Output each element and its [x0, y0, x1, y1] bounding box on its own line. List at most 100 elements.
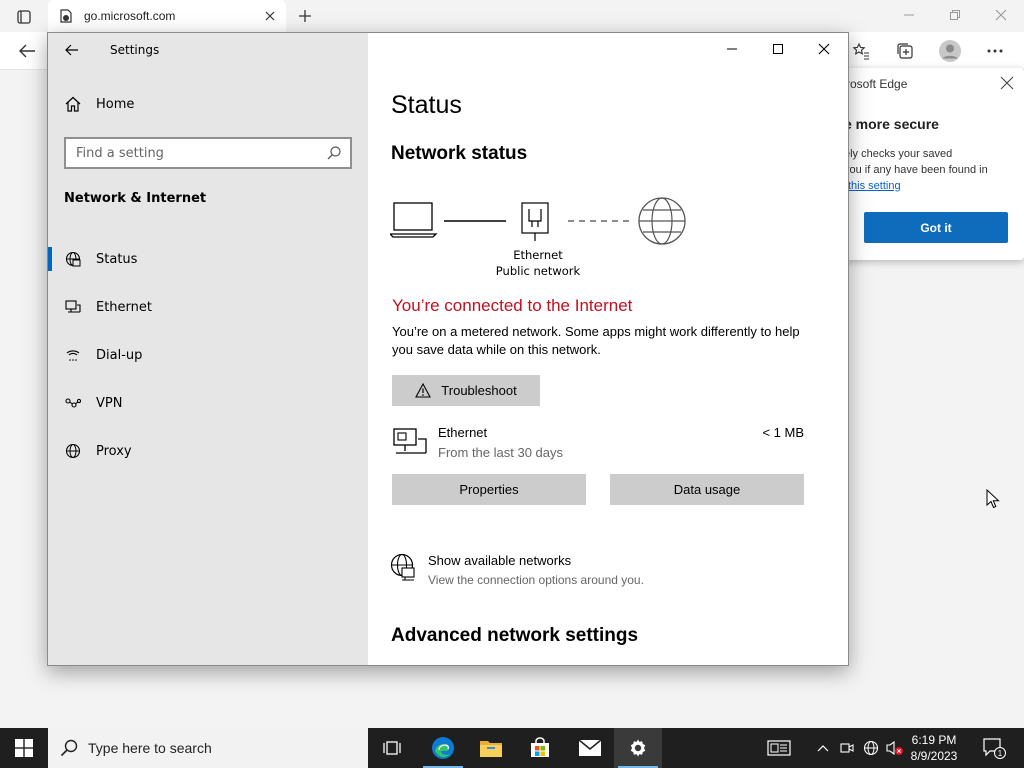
warning-icon — [415, 383, 432, 398]
connection-status-text: You’re connected to the Internet — [392, 296, 633, 315]
tray-news-icon[interactable] — [764, 728, 794, 768]
settings-window: Settings Home Network & Internet Status — [47, 32, 849, 666]
taskbar-store-app[interactable] — [516, 728, 564, 768]
popup-body-line: ely checks your saved — [844, 148, 953, 160]
ethernet-port-icon — [521, 202, 549, 241]
browser-close-button[interactable] — [978, 0, 1024, 30]
notification-center-button[interactable]: 1 — [978, 728, 1010, 768]
nav-home[interactable]: Home — [64, 95, 134, 113]
chevron-up-icon — [817, 745, 829, 752]
new-tab-button[interactable] — [292, 4, 318, 28]
browser-restore-button[interactable] — [932, 0, 978, 30]
tray-meet-icon[interactable] — [836, 728, 858, 768]
nav-item-status[interactable]: Status — [48, 235, 368, 283]
start-button[interactable] — [0, 728, 48, 768]
settings-minimize-button[interactable] — [709, 33, 755, 65]
taskbar-edge-app[interactable] — [419, 728, 467, 768]
show-networks-subtitle: View the connection options around you. — [428, 573, 644, 587]
settings-close-button[interactable] — [801, 33, 847, 65]
close-icon — [995, 9, 1007, 21]
mail-icon — [578, 739, 602, 756]
tray-volume-muted-icon[interactable] — [884, 728, 906, 768]
troubleshoot-button[interactable]: Troubleshoot — [392, 375, 540, 406]
data-usage-button[interactable]: Data usage — [610, 474, 804, 505]
vpn-icon — [64, 394, 82, 412]
store-bag-icon — [531, 737, 549, 757]
favorites-button[interactable] — [846, 36, 876, 66]
taskbar-settings-app[interactable] — [614, 728, 662, 768]
popup-body-line: you if any have been found in — [844, 164, 988, 176]
globe-status-icon — [64, 250, 82, 268]
edge-security-popup: rosoft Edge e more secure ely checks you… — [820, 68, 1024, 260]
collections-button[interactable] — [890, 36, 920, 66]
tab-close-icon[interactable] — [258, 4, 282, 28]
nav-item-label: Status — [96, 251, 138, 267]
connection-usage: < 1 MB — [762, 425, 804, 440]
settings-maximize-button[interactable] — [755, 33, 801, 65]
minimize-icon — [904, 14, 914, 16]
popup-title: e more secure — [844, 116, 939, 132]
close-icon — [818, 43, 830, 55]
browser-minimize-button[interactable] — [886, 0, 932, 30]
minimize-icon — [727, 48, 737, 50]
taskbar-file-explorer-app[interactable] — [467, 728, 515, 768]
show-hidden-icons-button[interactable] — [812, 728, 834, 768]
ethernet-adapter-icon — [392, 427, 428, 457]
metered-network-text: You’re on a metered network. Some apps m… — [392, 324, 800, 357]
collections-icon — [897, 43, 913, 59]
popup-settings-link[interactable]: this setting — [848, 180, 901, 192]
nav-item-vpn[interactable]: VPN — [48, 379, 368, 427]
plus-icon — [299, 10, 311, 22]
windows-logo-icon — [15, 739, 33, 757]
taskbar-mail-app[interactable] — [566, 728, 614, 768]
find-setting-input[interactable] — [76, 145, 324, 161]
nav-list: Status Ethernet Dial-up VPN Proxy — [48, 235, 368, 475]
globe-network-icon — [390, 553, 416, 581]
mouse-cursor-icon — [986, 489, 1000, 509]
nav-item-label: Proxy — [96, 443, 132, 459]
profile-button[interactable] — [935, 36, 965, 66]
popup-close-icon[interactable] — [998, 74, 1016, 92]
find-setting-box[interactable] — [64, 137, 352, 169]
search-icon — [60, 739, 78, 757]
popup-header: rosoft Edge — [846, 77, 908, 91]
more-dots-icon — [987, 49, 1003, 53]
nav-item-label: Ethernet — [96, 299, 152, 315]
back-button[interactable] — [12, 36, 42, 66]
task-view-button[interactable] — [368, 728, 416, 768]
page-title: Status — [391, 91, 462, 119]
network-status-heading: Network status — [391, 143, 528, 164]
popup-body: ely checks your saved you if any have be… — [844, 146, 1024, 178]
nav-item-dialup[interactable]: Dial-up — [48, 331, 368, 379]
browser-tab[interactable]: go.microsoft.com — [48, 0, 286, 32]
show-available-networks[interactable]: Show available networks View the connect… — [390, 551, 810, 595]
search-icon[interactable] — [324, 143, 344, 163]
more-options-button[interactable] — [980, 36, 1010, 66]
settings-content-pane: Status Network status Ethernet Public ne… — [368, 33, 848, 665]
settings-back-button[interactable] — [60, 39, 84, 61]
settings-app-title: Settings — [110, 43, 160, 57]
taskbar-clock[interactable]: 6:19 PM 8/9/2023 — [906, 732, 962, 764]
clock-time: 6:19 PM — [911, 733, 957, 747]
notification-count: 1 — [998, 749, 1003, 758]
tab-title: go.microsoft.com — [84, 9, 176, 23]
avatar-icon — [939, 40, 961, 62]
nav-item-label: Dial-up — [96, 347, 143, 363]
page-favicon-icon — [58, 8, 74, 24]
nav-item-proxy[interactable]: Proxy — [48, 427, 368, 475]
folder-icon — [480, 741, 502, 757]
taskbar-search-box[interactable]: Type here to search — [48, 728, 368, 768]
home-icon — [65, 96, 81, 112]
tray-network-icon[interactable] — [860, 728, 882, 768]
tab-actions-button[interactable] — [8, 6, 40, 28]
internet-globe-icon — [638, 197, 686, 245]
nav-item-ethernet[interactable]: Ethernet — [48, 283, 368, 331]
notification-icon: 1 — [983, 738, 1006, 759]
got-it-button[interactable]: Got it — [864, 212, 1008, 243]
arrow-left-icon — [19, 44, 35, 58]
dialup-icon — [64, 346, 82, 364]
adapter-caption: Ethernet Public network — [478, 247, 598, 279]
connection-row: Ethernet From the last 30 days < 1 MB — [392, 423, 804, 463]
adapter-label: Ethernet — [513, 248, 563, 262]
properties-button[interactable]: Properties — [392, 474, 586, 505]
